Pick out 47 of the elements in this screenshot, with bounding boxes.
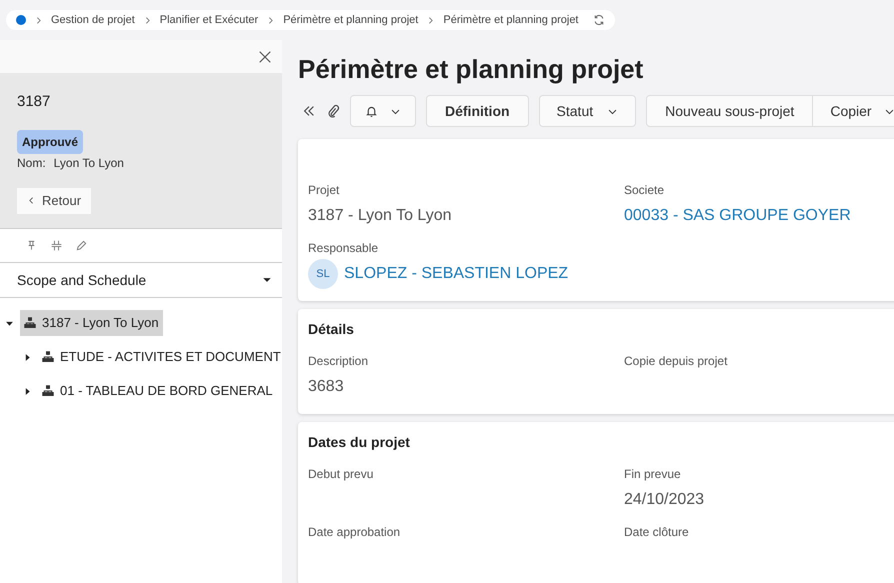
status-badge: Approuvé [17,130,84,154]
person-link[interactable]: SLOPEZ - SEBASTIEN LOPEZ [344,262,568,286]
breadcrumb-link[interactable]: Périmètre et planning projet [443,12,578,28]
record-id: 3187 [17,92,50,112]
field-label: Description [308,353,370,370]
definition-button[interactable]: Définition [426,95,529,127]
hierarchy-icon [42,351,54,363]
field-label: Date clôture [624,524,690,541]
toolbar-button[interactable]: Copier [813,95,894,127]
collapse-icon [51,240,62,251]
pin-icon [26,240,37,251]
tree-item[interactable]: ETUDE - ACTIVITES ET DOCUMENT [38,344,285,370]
breadcrumb-link[interactable]: Gestion de projet [51,12,135,28]
field-label: Responsable [308,240,380,257]
hierarchy-icon [24,317,36,329]
field-value: 3187 - Lyon To Lyon [308,206,452,226]
close-button[interactable] [258,50,272,64]
tree-item[interactable]: 3187 - Lyon To Lyon [20,310,163,336]
double-chevron-icon [302,104,316,118]
field-value: 3683 [308,377,344,397]
tree-item[interactable]: 01 - TABLEAU DE BORD GENERAL [38,378,277,404]
back-button[interactable]: Retour [17,188,92,214]
company-link[interactable]: 00033 - SAS GROUPE GOYER [624,204,851,228]
status-dropdown-button[interactable]: Statut [538,95,636,127]
field-label: Date approbation [308,524,402,541]
page-title: Périmètre et planning projet [298,53,644,86]
field-label: Copie depuis projet [624,353,728,370]
bell-icon [365,104,378,118]
field-label: Projet [308,182,340,199]
paperclip-icon [326,104,340,118]
breadcrumb-link[interactable]: Périmètre et planning projet [283,12,418,28]
bell-menu-button[interactable] [350,95,416,127]
field-label: Debut prevu [308,466,374,483]
field-label: Societe [624,182,666,199]
card-title: Détails [308,320,355,339]
toolbar-button[interactable]: Nouveau sous-projet [646,95,814,127]
pencil-icon [76,240,87,251]
breadcrumb-link[interactable]: Planifier et Exécuter [160,12,258,28]
name-value: Lyon To Lyon [54,154,124,172]
field-value: 24/10/2023 [624,490,704,510]
avatar: SL [308,259,338,289]
card-title: Dates du projet [308,433,411,452]
name-label: Nom: [17,154,46,172]
hierarchy-icon [42,385,54,397]
field-label: Fin prevue [624,466,682,483]
refresh-icon [592,14,604,26]
view-dropdown[interactable]: Scope and Schedule [0,263,282,298]
